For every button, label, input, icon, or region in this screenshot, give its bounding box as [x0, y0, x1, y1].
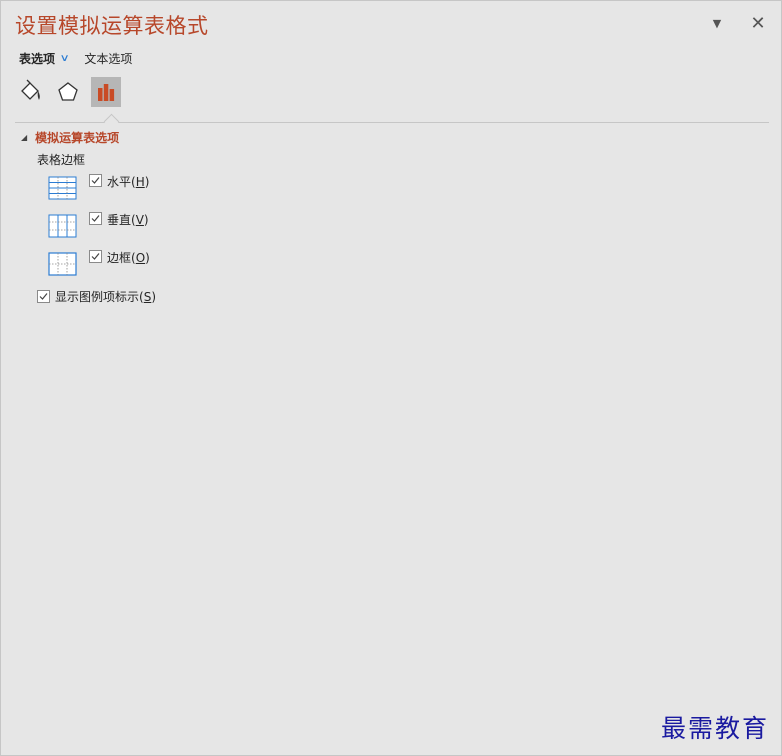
- checkmark-icon: [91, 177, 100, 184]
- vertical-borders-icon: [48, 214, 77, 238]
- checkmark-icon: [91, 215, 100, 222]
- task-pane-options-button[interactable]: ▼: [707, 13, 727, 33]
- chart-options-tab[interactable]: [91, 77, 121, 107]
- outline-checkbox[interactable]: [89, 250, 102, 263]
- chevron-down-icon[interactable]: ∨: [60, 53, 70, 64]
- option-row-vertical: 垂直(V): [48, 211, 149, 238]
- section-title: 模拟运算表选项: [35, 131, 120, 145]
- horizontal-checkbox[interactable]: [89, 174, 102, 187]
- tab-text-options[interactable]: 文本选项: [84, 50, 132, 67]
- close-icon: ✕: [750, 12, 766, 34]
- outline-label[interactable]: 边框(O): [107, 249, 150, 266]
- category-icon-tabs: [15, 77, 129, 109]
- pane-title: 设置模拟运算表格式: [15, 14, 209, 38]
- outline-border-icon: [48, 252, 77, 276]
- chart-options-icon: [98, 84, 115, 101]
- fill-line-tab[interactable]: [15, 77, 45, 107]
- active-tab-pointer: [103, 113, 120, 130]
- watermark: 最需教育: [661, 714, 770, 743]
- show-legend-keys-label[interactable]: 显示图例项标示(S): [55, 288, 156, 305]
- horizontal-label-text: 水平: [107, 175, 132, 189]
- options-tabs: 表选项 ∨ 文本选项: [19, 50, 132, 67]
- checkmark-icon: [39, 293, 48, 300]
- data-table-options-section-header[interactable]: ◢ 模拟运算表选项: [21, 129, 119, 146]
- fill-line-icon: [21, 79, 40, 100]
- table-borders-label: 表格边框: [37, 153, 86, 167]
- triangle-down-icon: ▼: [712, 16, 722, 30]
- show-legend-keys-row: 显示图例项标示(S): [37, 288, 156, 305]
- collapse-triangle-icon[interactable]: ◢: [21, 133, 27, 142]
- effects-pentagon-icon: [58, 82, 78, 101]
- show-legend-keys-text: 显示图例项标示: [55, 290, 140, 304]
- divider: [15, 122, 769, 123]
- option-row-horizontal: 水平(H): [48, 173, 149, 200]
- close-pane-button[interactable]: ✕: [748, 12, 768, 34]
- tab-table-options[interactable]: 表选项: [19, 50, 55, 67]
- outline-label-text: 边框: [107, 251, 132, 265]
- vertical-accesskey: V: [135, 213, 144, 227]
- horizontal-borders-icon: [48, 176, 77, 200]
- horizontal-label[interactable]: 水平(H): [107, 173, 149, 190]
- option-row-outline: 边框(O): [48, 249, 150, 276]
- outline-accesskey: O: [135, 251, 146, 265]
- vertical-label[interactable]: 垂直(V): [107, 211, 149, 228]
- effects-tab[interactable]: [53, 77, 83, 107]
- vertical-checkbox[interactable]: [89, 212, 102, 225]
- checkmark-icon: [91, 253, 100, 260]
- show-legend-keys-accesskey: S: [143, 290, 152, 304]
- format-data-table-pane: 设置模拟运算表格式 ▼ ✕ 表选项 ∨ 文本选项 ◢ 模拟运算表选项 表格边框 …: [0, 0, 782, 756]
- vertical-label-text: 垂直: [107, 213, 132, 227]
- show-legend-keys-checkbox[interactable]: [37, 290, 50, 303]
- horizontal-accesskey: H: [135, 175, 145, 189]
